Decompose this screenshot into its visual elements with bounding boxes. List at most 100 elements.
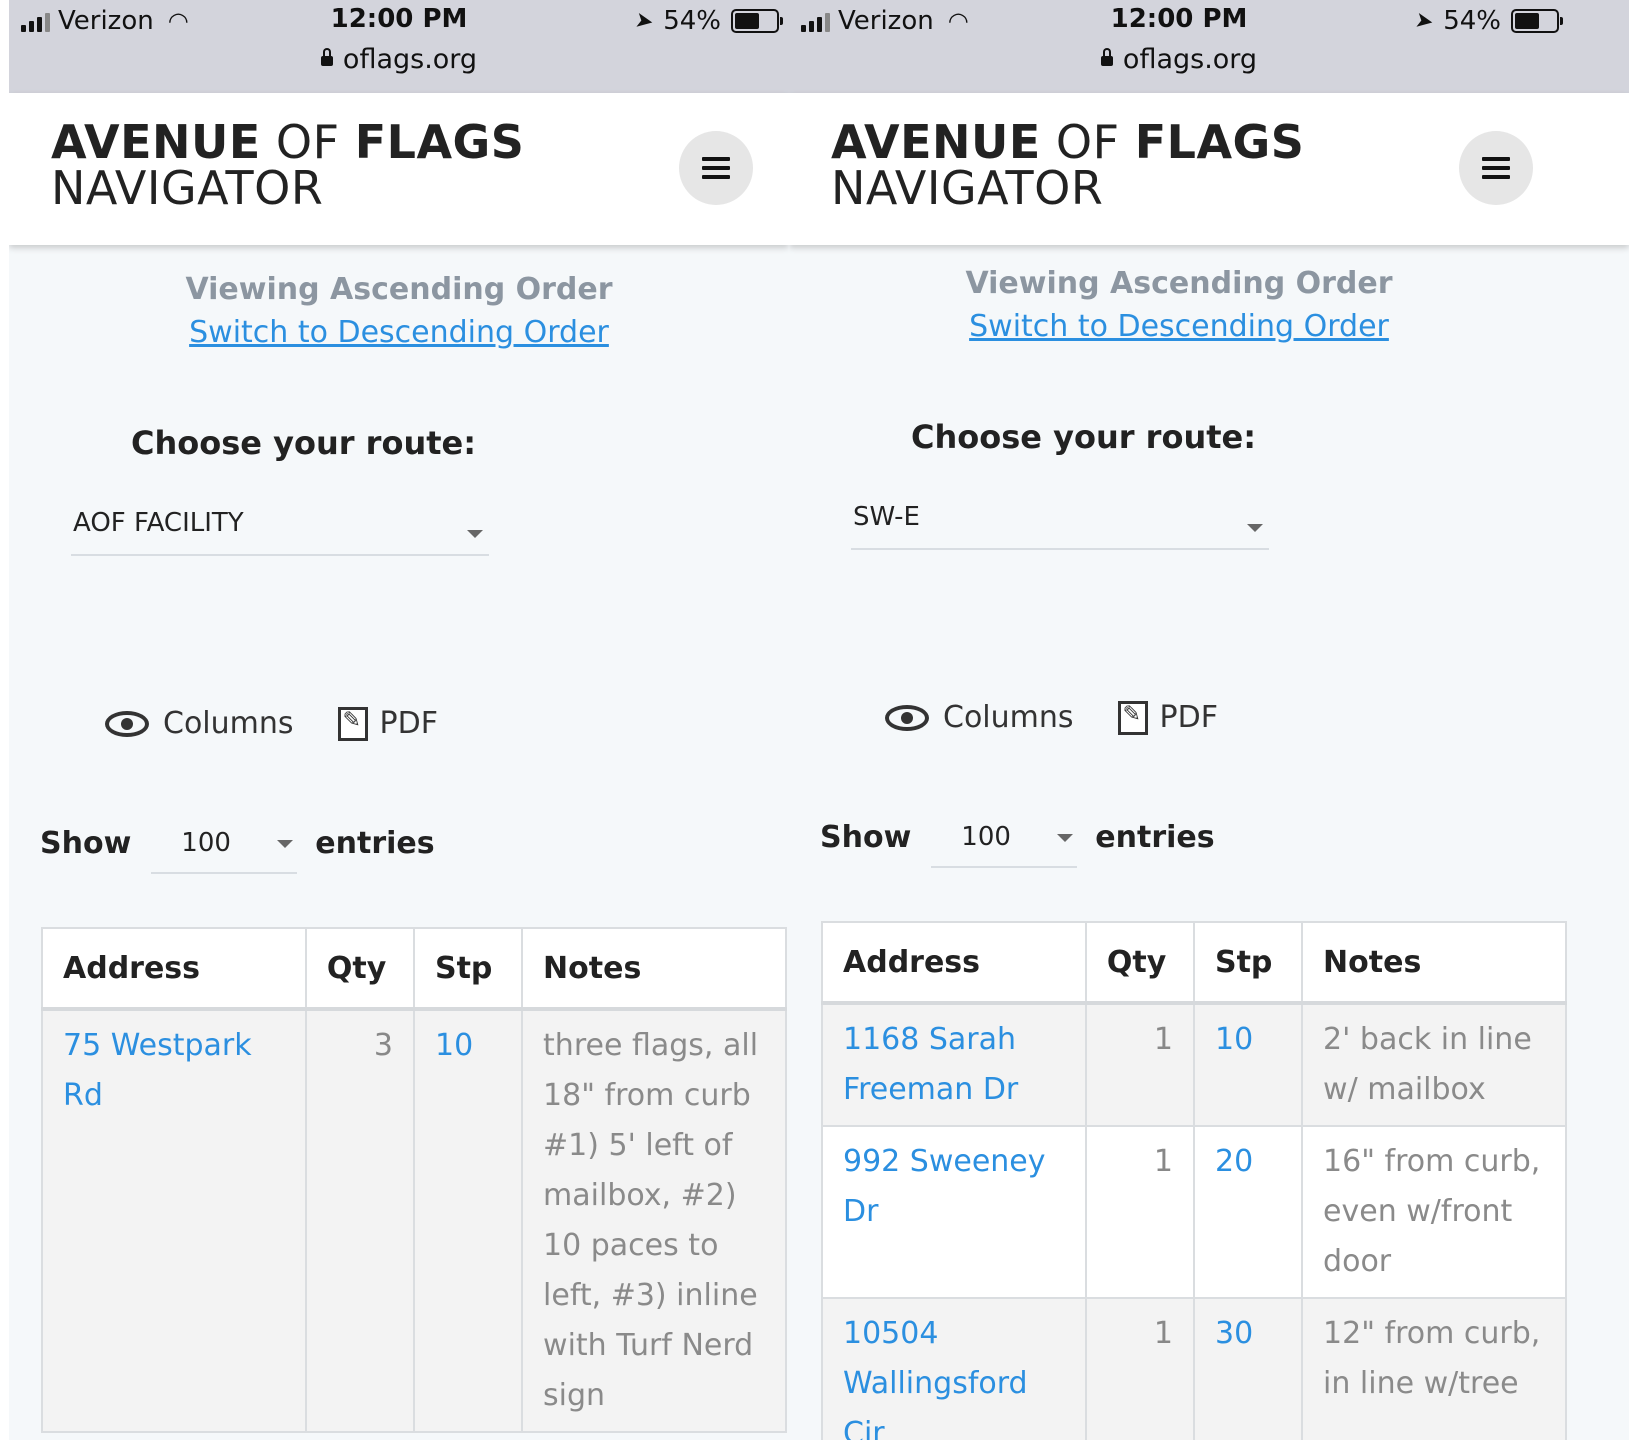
columns-label: Columns [943, 700, 1074, 735]
screen-right: Verizon ◠ 12:00 PM oflags.org ➤ 54% AVEN… [789, 0, 1629, 1440]
show-label: Show [40, 825, 132, 861]
routes-table: Address Qty Stp Notes 75 Westpark Rd 3 1… [41, 927, 787, 1433]
hamburger-icon [1482, 152, 1510, 184]
pdf-button[interactable]: PDF [337, 706, 438, 741]
site-logo[interactable]: AVENUE OF FLAGS NAVIGATOR [831, 119, 1304, 211]
sort-order: Viewing Ascending Order Switch to Descen… [9, 272, 789, 350]
route-select[interactable]: SW-E [851, 496, 1269, 550]
address-link[interactable]: 10504 Wallingsford Cir [821, 1297, 1087, 1440]
chevron-down-icon [1247, 524, 1263, 532]
entries-label: entries [1095, 819, 1215, 855]
page-length: Show 100 entries [40, 812, 435, 874]
entries-select[interactable]: 100 [931, 806, 1078, 868]
route-select[interactable]: AOF FACILITY [71, 502, 489, 556]
entries-select[interactable]: 100 [151, 812, 298, 874]
site-header: AVENUE OF FLAGS NAVIGATOR [9, 93, 789, 245]
show-label: Show [820, 819, 912, 855]
url-bar[interactable]: oflags.org [789, 44, 1569, 75]
eye-icon [885, 704, 929, 731]
column-header-qty[interactable]: Qty [1084, 921, 1195, 1005]
table-row: 992 Sweeney Dr 1 20 16" from curb, even … [821, 1125, 1567, 1299]
viewing-order-label: Viewing Ascending Order [965, 266, 1393, 301]
location-arrow-icon: ➤ [632, 7, 656, 35]
site-logo[interactable]: AVENUE OF FLAGS NAVIGATOR [51, 119, 524, 211]
pdf-icon [1117, 700, 1148, 735]
location-arrow-icon: ➤ [1412, 7, 1436, 35]
qty-cell: 1 [1084, 1125, 1195, 1299]
notes-cell: 16" from curb, even w/front door [1301, 1125, 1567, 1299]
logo-flags: FLAGS [354, 115, 525, 169]
logo-navigator: NAVIGATOR [51, 161, 324, 215]
table-row: 10504 Wallingsford Cir 1 30 12" from cur… [821, 1297, 1567, 1440]
site-header: AVENUE OF FLAGS NAVIGATOR [789, 93, 1629, 245]
url-text: oflags.org [342, 44, 478, 75]
table-row: 75 Westpark Rd 3 10 three flags, all 18"… [41, 1008, 787, 1433]
column-header-qty[interactable]: Qty [304, 927, 415, 1011]
pdf-label: PDF [379, 706, 438, 741]
switch-order-link[interactable]: Switch to Descending Order [189, 315, 609, 350]
battery-percent: 54% [663, 6, 721, 36]
pdf-button[interactable]: PDF [1117, 700, 1218, 735]
column-header-stp[interactable]: Stp [1192, 921, 1304, 1005]
table-tools: Columns PDF [105, 706, 438, 741]
status-bar: Verizon ◠ 12:00 PM oflags.org ➤ 54% [789, 0, 1629, 93]
battery-icon [731, 9, 783, 33]
table-tools: Columns PDF [885, 700, 1218, 735]
stp-link[interactable]: 10 [1192, 1002, 1304, 1127]
menu-button[interactable] [679, 131, 753, 205]
chevron-down-icon [277, 840, 294, 848]
lock-icon [320, 48, 333, 66]
viewing-order-label: Viewing Ascending Order [185, 272, 613, 307]
logo-flags: FLAGS [1134, 115, 1305, 169]
stp-link[interactable]: 10 [412, 1008, 524, 1433]
address-link[interactable]: 992 Sweeney Dr [821, 1125, 1087, 1299]
route-label: Choose your route: [131, 424, 477, 462]
entries-label: entries [315, 825, 435, 861]
route-label: Choose your route: [911, 418, 1257, 456]
qty-cell: 3 [304, 1008, 415, 1433]
stp-link[interactable]: 20 [1192, 1125, 1304, 1299]
column-header-stp[interactable]: Stp [412, 927, 524, 1011]
page-length: Show 100 entries [820, 806, 1215, 868]
entries-select-value: 100 [181, 828, 231, 858]
column-header-address[interactable]: Address [821, 921, 1087, 1005]
eye-icon [105, 710, 149, 737]
address-link[interactable]: 75 Westpark Rd [41, 1008, 307, 1433]
column-header-notes[interactable]: Notes [1301, 921, 1567, 1005]
status-bar: Verizon ◠ 12:00 PM oflags.org ➤ 54% [9, 0, 789, 93]
columns-button[interactable]: Columns [105, 706, 294, 741]
url-text: oflags.org [1122, 44, 1258, 75]
qty-cell: 1 [1084, 1297, 1195, 1440]
table-header-row: Address Qty Stp Notes [41, 927, 787, 1011]
route-select-value: SW-E [853, 502, 920, 532]
entries-select-value: 100 [961, 822, 1011, 852]
lock-icon [1100, 48, 1113, 66]
battery-fill [1515, 13, 1539, 29]
hamburger-icon [702, 152, 730, 184]
column-header-notes[interactable]: Notes [521, 927, 787, 1011]
chevron-down-icon [467, 530, 483, 538]
notes-cell: 2' back in line w/ mailbox [1301, 1002, 1567, 1127]
qty-cell: 1 [1084, 1002, 1195, 1127]
pdf-icon [337, 706, 368, 741]
notes-cell: 12" from curb, in line w/tree [1301, 1297, 1567, 1440]
columns-button[interactable]: Columns [885, 700, 1074, 735]
screen-left: Verizon ◠ 12:00 PM oflags.org ➤ 54% AVEN… [9, 0, 789, 1440]
menu-button[interactable] [1459, 131, 1533, 205]
sort-order: Viewing Ascending Order Switch to Descen… [789, 266, 1569, 344]
switch-order-link[interactable]: Switch to Descending Order [969, 309, 1389, 344]
notes-cell: three flags, all 18" from curb #1) 5' le… [521, 1008, 787, 1433]
route-select-value: AOF FACILITY [73, 508, 244, 538]
stp-link[interactable]: 30 [1192, 1297, 1304, 1440]
pdf-label: PDF [1159, 700, 1218, 735]
column-header-address[interactable]: Address [41, 927, 307, 1011]
battery-fill [735, 13, 759, 29]
routes-table: Address Qty Stp Notes 1168 Sarah Freeman… [821, 921, 1567, 1440]
chevron-down-icon [1057, 834, 1074, 842]
table-row: 1168 Sarah Freeman Dr 1 10 2' back in li… [821, 1002, 1567, 1127]
table-header-row: Address Qty Stp Notes [821, 921, 1567, 1005]
columns-label: Columns [163, 706, 294, 741]
battery-percent: 54% [1443, 6, 1501, 36]
url-bar[interactable]: oflags.org [9, 44, 789, 75]
address-link[interactable]: 1168 Sarah Freeman Dr [821, 1002, 1087, 1127]
